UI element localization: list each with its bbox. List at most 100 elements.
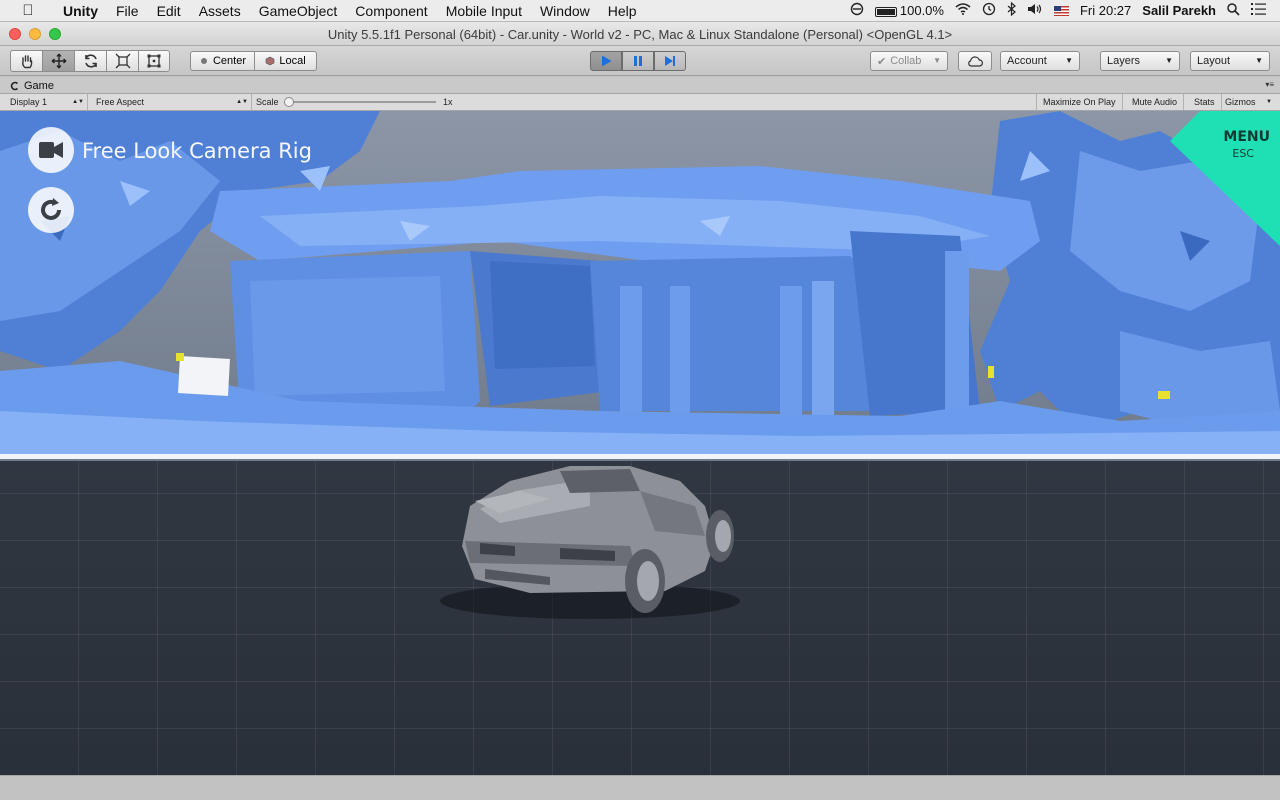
aspect-arrow-icon: ▲▼ xyxy=(236,99,248,105)
car-model[interactable] xyxy=(440,451,760,631)
menubar-clock[interactable]: Fri 20:27 xyxy=(1080,3,1131,18)
reset-button[interactable] xyxy=(28,187,74,233)
gizmos-arrow-icon: ▼ xyxy=(1266,99,1272,105)
layout-arrow-icon: ▼ xyxy=(1255,56,1263,65)
rotate-icon xyxy=(84,54,97,68)
window-title: Unity 5.5.1f1 Personal (64bit) - Car.uni… xyxy=(327,27,953,42)
window-title-bar[interactable]: Unity 5.5.1f1 Personal (64bit) - Car.uni… xyxy=(0,22,1280,46)
cloud-icon xyxy=(968,55,983,67)
pivot-icon xyxy=(200,58,207,64)
panel-options-menu-icon[interactable]: ▾≡ xyxy=(1265,80,1274,89)
input-source-flag-icon[interactable] xyxy=(1053,5,1069,16)
rect-tool-button[interactable] xyxy=(138,50,170,72)
collab-check-icon: ✔ xyxy=(877,55,887,68)
play-button[interactable] xyxy=(590,51,622,71)
car-front-rim xyxy=(715,520,731,552)
step-button[interactable] xyxy=(654,51,686,71)
display-dropdown[interactable]: Display 1 ▲▼ xyxy=(4,94,88,110)
menu-edit[interactable]: Edit xyxy=(148,3,190,19)
menu-assets[interactable]: Assets xyxy=(190,3,250,19)
pivot-center-button[interactable]: Center xyxy=(190,51,255,71)
video-camera-icon xyxy=(39,142,63,158)
menu-mobile-input[interactable]: Mobile Input xyxy=(437,3,531,19)
volume-icon[interactable] xyxy=(1027,3,1043,18)
scale-slider[interactable] xyxy=(284,97,436,107)
display-label: Display 1 xyxy=(10,97,48,107)
mute-audio-toggle[interactable]: Mute Audio xyxy=(1126,94,1185,110)
car-rear-rim xyxy=(637,561,659,601)
local-cube-icon xyxy=(266,56,275,66)
layout-label: Layout xyxy=(1197,55,1231,67)
do-not-disturb-icon[interactable] xyxy=(850,2,864,19)
display-arrow-icon: ▲▼ xyxy=(72,99,84,105)
scale-slider-knob[interactable] xyxy=(284,97,294,107)
layout-dropdown[interactable]: Layout ▼ xyxy=(1190,51,1270,71)
collab-label: Collab xyxy=(890,55,922,67)
spotlight-search-icon[interactable] xyxy=(1227,2,1240,19)
game-options-bar: Display 1 ▲▼ Free Aspect ▲▼ Scale 1x Max… xyxy=(0,94,1280,111)
menu-shortcut-label: ESC xyxy=(1232,147,1254,160)
stats-toggle[interactable]: Stats xyxy=(1188,94,1222,110)
pivot-local-label: Local xyxy=(279,55,306,67)
transform-tools xyxy=(10,50,170,72)
pivot-toggles: Center Local xyxy=(190,51,317,71)
play-icon xyxy=(602,55,612,67)
account-label: Account xyxy=(1007,55,1047,67)
layers-arrow-icon: ▼ xyxy=(1165,56,1173,65)
rect-transform-icon xyxy=(147,54,161,68)
time-machine-icon[interactable] xyxy=(982,2,996,19)
move-arrows-icon xyxy=(51,53,66,69)
move-tool-button[interactable] xyxy=(42,50,74,72)
aspect-dropdown[interactable]: Free Aspect ▲▼ xyxy=(90,94,252,110)
scale-value: 1x xyxy=(443,97,453,107)
battery-indicator[interactable]: 100.0% xyxy=(874,3,944,18)
menubar-user[interactable]: Salil Parekh xyxy=(1142,3,1216,18)
maximize-on-play-toggle[interactable]: Maximize On Play xyxy=(1036,94,1123,110)
mute-audio-label: Mute Audio xyxy=(1132,97,1178,107)
layers-label: Layers xyxy=(1107,55,1141,67)
playback-controls xyxy=(590,51,686,71)
maximize-on-play-label: Maximize On Play xyxy=(1043,97,1116,107)
collab-arrow-icon: ▼ xyxy=(933,56,941,65)
menu-file[interactable]: File xyxy=(107,3,148,19)
game-viewport[interactable]: Free Look Camera Rig MENU ESC xyxy=(0,111,1280,775)
pause-icon xyxy=(634,56,642,66)
camera-switch-button[interactable] xyxy=(28,127,74,173)
battery-icon xyxy=(874,6,897,17)
reset-refresh-icon xyxy=(41,198,61,220)
aspect-label: Free Aspect xyxy=(96,97,145,107)
system-menu-bar:  Unity File Edit Assets GameObject Comp… xyxy=(0,0,1280,22)
car-engine-vents xyxy=(560,469,640,493)
menu-gameobject[interactable]: GameObject xyxy=(250,3,347,19)
pause-button[interactable] xyxy=(622,51,654,71)
bluetooth-icon[interactable] xyxy=(1007,1,1016,19)
cloud-services-button[interactable] xyxy=(958,51,992,71)
gizmos-dropdown[interactable]: Gizmos ▼ xyxy=(1219,94,1275,110)
scale-tool-button[interactable] xyxy=(106,50,138,72)
scale-icon xyxy=(115,53,130,69)
unity-toolbar: Center Local ✔ Collab ▼ Account ▼ Layers… xyxy=(0,46,1280,76)
battery-percent: 100.0% xyxy=(899,3,944,18)
collab-dropdown[interactable]: ✔ Collab ▼ xyxy=(870,51,948,71)
scale-label: Scale xyxy=(256,97,279,107)
rotate-tool-button[interactable] xyxy=(74,50,106,72)
hand-icon xyxy=(21,55,32,69)
menu-button-label[interactable]: MENU xyxy=(1223,129,1270,145)
menu-component[interactable]: Component xyxy=(346,3,436,19)
stats-label: Stats xyxy=(1194,97,1215,107)
apple-menu-icon[interactable]:  xyxy=(18,2,38,19)
gizmos-label: Gizmos xyxy=(1225,97,1256,107)
pivot-local-button[interactable]: Local xyxy=(255,51,317,71)
notification-center-icon[interactable] xyxy=(1251,3,1266,18)
pivot-center-label: Center xyxy=(212,55,247,67)
hand-tool-button[interactable] xyxy=(10,50,42,72)
menu-window[interactable]: Window xyxy=(531,3,599,19)
step-icon xyxy=(665,56,675,66)
wifi-icon[interactable] xyxy=(955,3,971,18)
menu-app-name[interactable]: Unity xyxy=(54,3,107,19)
menu-help[interactable]: Help xyxy=(599,3,646,19)
account-dropdown[interactable]: Account ▼ xyxy=(1000,51,1080,71)
game-tab-bar: Game ▾≡ xyxy=(0,77,1280,94)
layers-dropdown[interactable]: Layers ▼ xyxy=(1100,51,1180,71)
tab-game[interactable]: Game xyxy=(4,78,64,94)
